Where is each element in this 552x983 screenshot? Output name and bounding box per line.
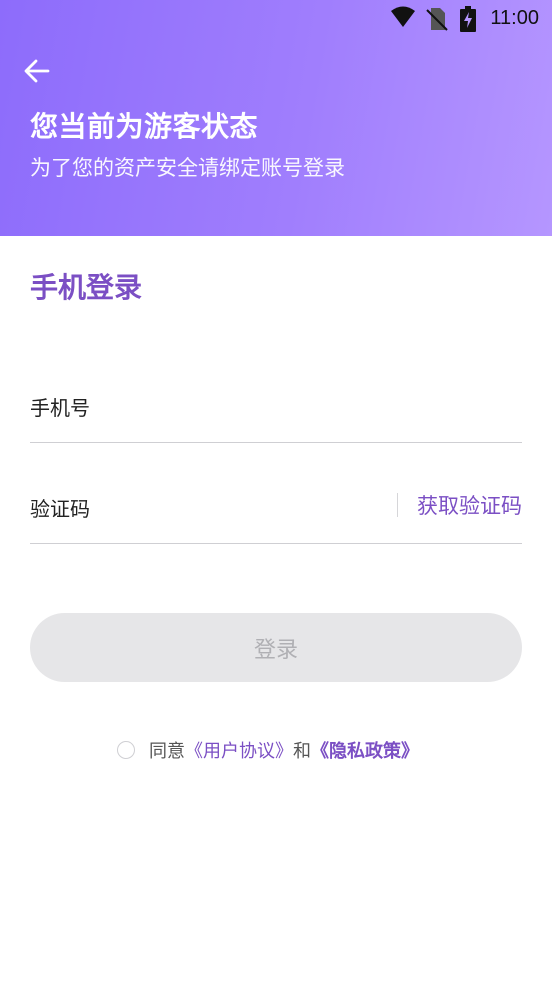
verification-code-input[interactable] — [30, 489, 370, 529]
phone-field — [30, 382, 522, 443]
no-sim-icon — [426, 8, 448, 31]
user-agreement-link[interactable]: 《用户协议》 — [185, 737, 293, 763]
agreement-checkbox[interactable] — [117, 741, 135, 759]
get-code-button[interactable]: 获取验证码 — [417, 490, 522, 520]
page-subtitle: 为了您的资产安全请绑定账号登录 — [30, 156, 345, 180]
agreement-prefix: 同意 — [149, 741, 185, 762]
battery-charging-icon — [460, 6, 476, 32]
wifi-icon — [391, 6, 415, 27]
phone-input[interactable] — [30, 388, 370, 428]
agreement-row: 同意 《用户协议》 和 《隐私政策》 — [117, 737, 419, 763]
verification-code-field: 获取验证码 — [30, 483, 522, 544]
page-title: 您当前为游客状态 — [30, 110, 259, 143]
login-button[interactable]: 登录 — [30, 613, 522, 682]
arrow-left-icon[interactable] — [22, 56, 52, 86]
status-bar: 11:00 — [0, 0, 552, 38]
header-banner: 11:00 您当前为游客状态 为了您的资产安全请绑定账号登录 — [0, 0, 552, 236]
status-time: 11:00 — [490, 7, 539, 29]
agreement-conjunction: 和 — [293, 741, 311, 762]
privacy-policy-link[interactable]: 《隐私政策》 — [311, 737, 419, 763]
section-title-phone-login: 手机登录 — [30, 271, 143, 304]
divider — [397, 493, 398, 517]
